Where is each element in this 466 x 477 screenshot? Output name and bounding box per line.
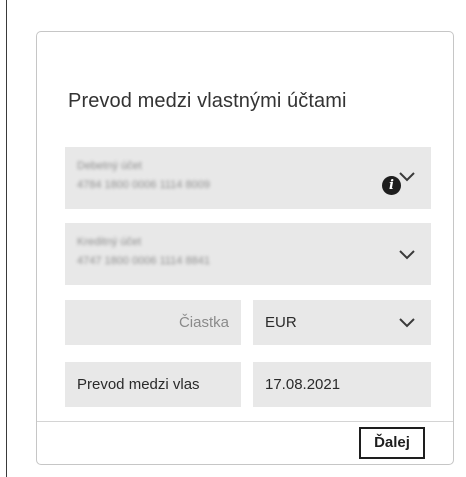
- description-input[interactable]: Prevod medzi vlas: [65, 362, 241, 407]
- to-account-label: Kreditný účet: [77, 236, 142, 248]
- from-account-select[interactable]: Debetný účet 4784 1800 0006 1114 8009 i: [65, 147, 431, 209]
- currency-select[interactable]: EUR: [253, 300, 431, 345]
- next-button[interactable]: Ďalej: [359, 427, 425, 459]
- amount-input[interactable]: Čiastka: [65, 300, 241, 345]
- currency-value: EUR: [265, 314, 297, 331]
- chevron-down-icon: [399, 172, 415, 182]
- transfer-dialog: Prevod medzi vlastnými účtami Debetný úč…: [36, 31, 454, 465]
- app-frame: Prevod medzi vlastnými účtami Debetný úč…: [6, 0, 466, 477]
- to-account-number: 4747 1800 0006 1114 8841: [77, 255, 210, 267]
- to-account-select[interactable]: Kreditný účet 4747 1800 0006 1114 8841: [65, 223, 431, 285]
- chevron-down-icon: [399, 318, 415, 328]
- from-account-number: 4784 1800 0006 1114 8009: [77, 179, 210, 191]
- dialog-title: Prevod medzi vlastnými účtami: [68, 90, 347, 112]
- from-account-label: Debetný účet: [77, 160, 142, 172]
- chevron-down-icon: [399, 250, 415, 260]
- date-input[interactable]: 17.08.2021: [253, 362, 431, 407]
- footer-divider: [37, 421, 453, 422]
